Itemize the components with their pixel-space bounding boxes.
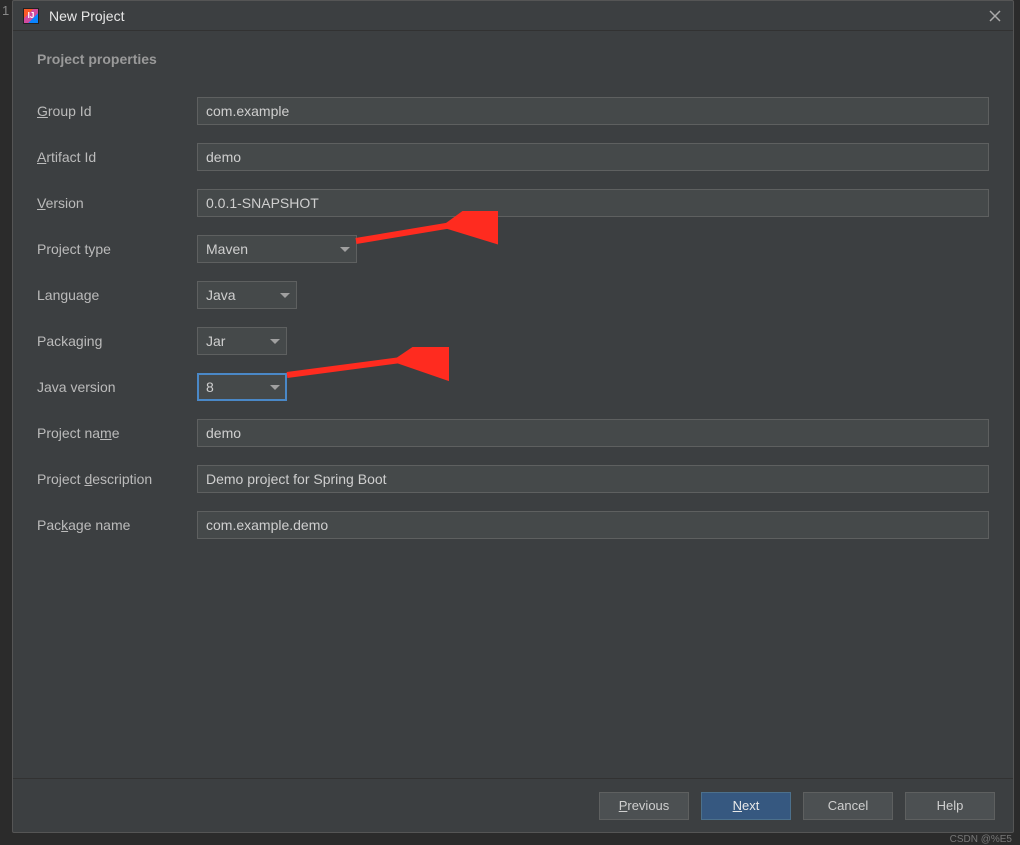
project-type-value: Maven — [206, 241, 340, 257]
group-id-input[interactable] — [197, 97, 989, 125]
label-project-name: Project name — [37, 425, 197, 441]
row-language: Language Java — [37, 281, 989, 309]
row-java-version: Java version 8 — [37, 373, 989, 401]
language-value: Java — [206, 287, 280, 303]
label-version: Version — [37, 195, 197, 211]
label-package-name: Package name — [37, 517, 197, 533]
row-project-type: Project type Maven — [37, 235, 989, 263]
new-project-dialog: IJ New Project Project properties Group … — [12, 0, 1014, 833]
watermark: CSDN @%E5 — [950, 834, 1012, 845]
cancel-button[interactable]: Cancel — [803, 792, 893, 820]
row-group-id: Group Id — [37, 97, 989, 125]
dialog-footer: Previous Next Cancel Help — [13, 778, 1013, 832]
label-project-description: Project description — [37, 471, 197, 487]
line-number: 1 — [2, 3, 9, 18]
label-project-type: Project type — [37, 241, 197, 257]
row-version: Version — [37, 189, 989, 217]
next-button[interactable]: Next — [701, 792, 791, 820]
java-version-value: 8 — [206, 379, 270, 395]
package-name-input[interactable] — [197, 511, 989, 539]
row-project-name: Project name — [37, 419, 989, 447]
label-packaging: Packaging — [37, 333, 197, 349]
row-packaging: Packaging Jar — [37, 327, 989, 355]
label-group-id: Group Id — [37, 103, 197, 119]
intellij-icon: IJ — [23, 8, 39, 24]
language-dropdown[interactable]: Java — [197, 281, 297, 309]
row-project-description: Project description — [37, 465, 989, 493]
chevron-down-icon — [270, 385, 280, 390]
java-version-dropdown[interactable]: 8 — [197, 373, 287, 401]
chevron-down-icon — [340, 247, 350, 252]
packaging-dropdown[interactable]: Jar — [197, 327, 287, 355]
row-artifact-id: Artifact Id — [37, 143, 989, 171]
label-artifact-id: Artifact Id — [37, 149, 197, 165]
chevron-down-icon — [280, 293, 290, 298]
close-icon[interactable] — [987, 8, 1003, 24]
label-language: Language — [37, 287, 197, 303]
artifact-id-input[interactable] — [197, 143, 989, 171]
dialog-content: Project properties Group Id Artifact Id … — [13, 31, 1013, 778]
version-input[interactable] — [197, 189, 989, 217]
previous-button[interactable]: Previous — [599, 792, 689, 820]
project-name-input[interactable] — [197, 419, 989, 447]
project-description-input[interactable] — [197, 465, 989, 493]
chevron-down-icon — [270, 339, 280, 344]
titlebar: IJ New Project — [13, 1, 1013, 31]
row-package-name: Package name — [37, 511, 989, 539]
window-title: New Project — [49, 8, 987, 24]
section-title: Project properties — [37, 51, 989, 67]
project-type-dropdown[interactable]: Maven — [197, 235, 357, 263]
label-java-version: Java version — [37, 379, 197, 395]
packaging-value: Jar — [206, 333, 270, 349]
help-button[interactable]: Help — [905, 792, 995, 820]
